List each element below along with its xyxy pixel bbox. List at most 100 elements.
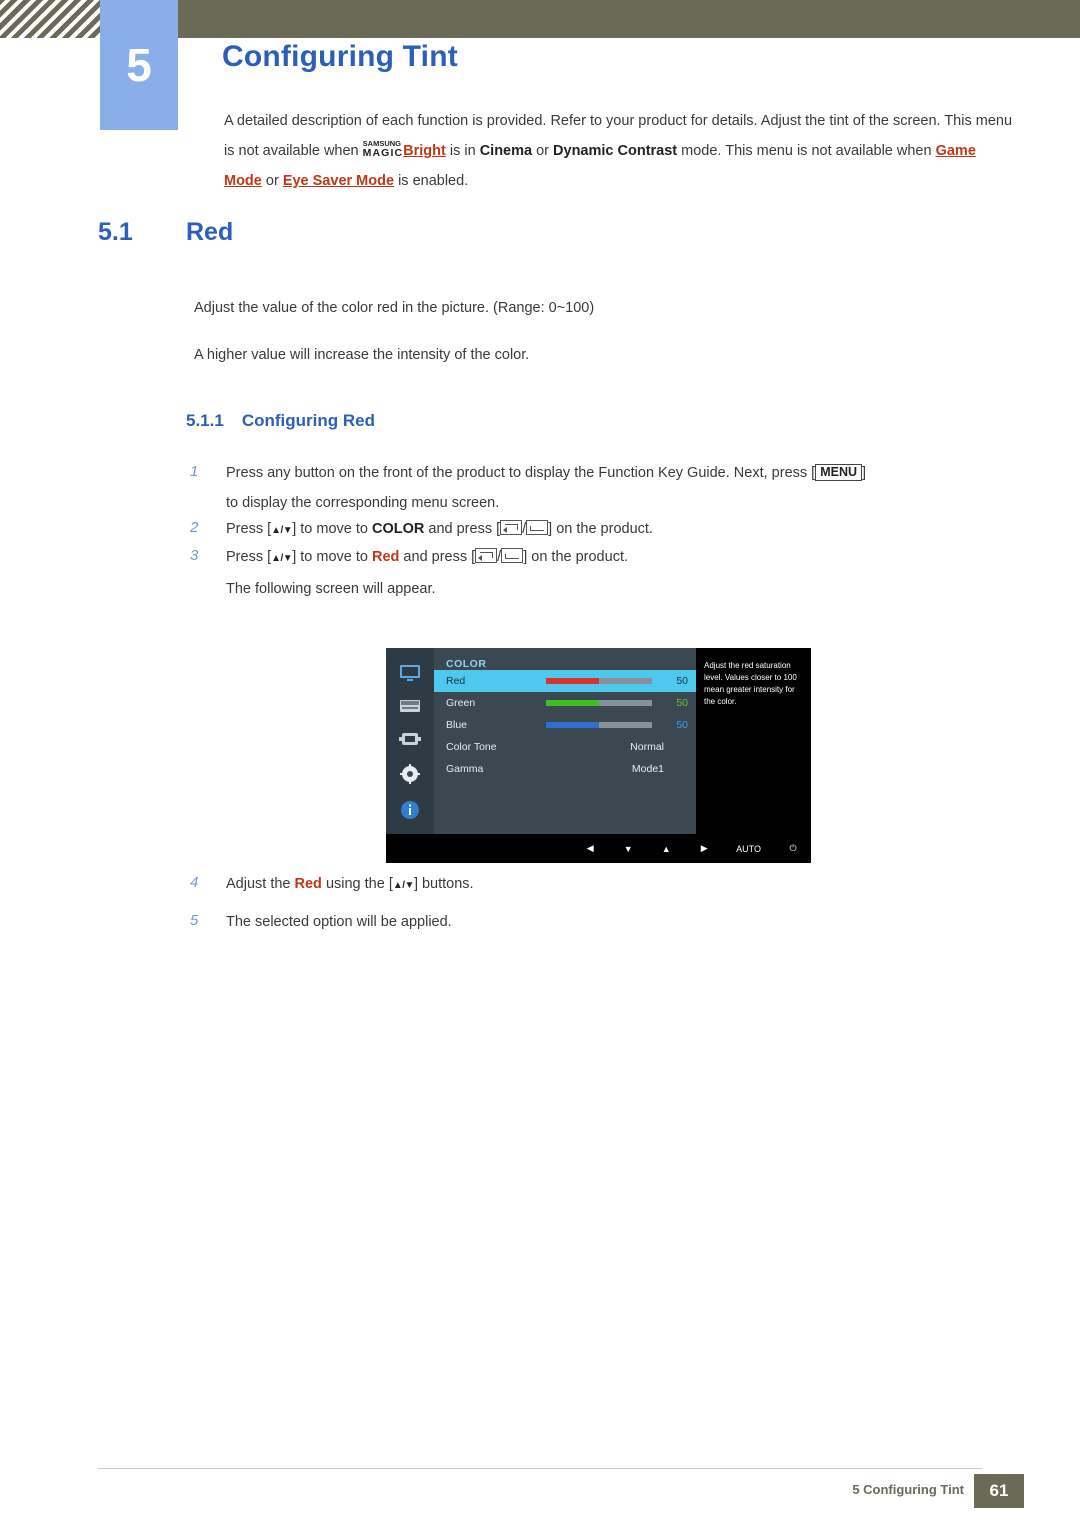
back-icon [500,520,523,535]
osd-screenshot: COLOR Red 50 Green 50 Blue 50 Color Tone… [386,648,811,863]
step-item: 2 Press [▲/▼] to move to COLOR and press… [190,517,1020,543]
osd-sidebar [386,648,434,834]
osd-button-power[interactable]: ⏻ [787,843,799,854]
osd-slider-red[interactable] [546,678,652,684]
step-item: 4 Adjust the Red using the [▲/▼] buttons… [190,872,1020,898]
step-number: 5 [190,912,199,929]
section-paragraph-1: Adjust the value of the color red in the… [194,300,595,316]
osd-slider-blue[interactable] [546,722,652,728]
osd-value-green: 50 [676,697,688,709]
information-icon [397,800,423,820]
osd-value-color-tone: Normal [630,741,664,753]
term-red: Red [372,549,400,565]
osd-label-color-tone: Color Tone [446,741,497,753]
intro-line3-c: is enabled. [394,173,469,189]
osd-label-blue: Blue [446,719,468,731]
step-item: 5 The selected option will be applied. [190,910,1020,934]
term-cinema: Cinema [479,143,533,159]
samsung-magic-logo: SAMSUNG MAGIC [362,140,404,159]
step3-text-a: Press [ [226,549,272,565]
footer-page-number: 61 [974,1474,1024,1508]
step3-text-e: ] on the product. [523,549,628,565]
step1-text-c: to display the corresponding menu screen… [226,495,500,511]
intro-line3-a: mode. This menu is not available when [681,143,936,159]
enter-icon [501,548,524,563]
step-text: The selected option will be applied. [226,914,452,930]
step-number: 1 [190,463,199,480]
screen-adjust-icon [397,730,423,748]
osd-slider-green[interactable] [546,700,652,706]
step-text: Adjust the Red using the [▲/▼] buttons. [226,872,474,898]
osd-value-gamma: Mode1 [631,763,664,775]
osd-menu-title: COLOR [446,658,487,670]
samsung-magic-bottom: MAGIC [362,147,404,159]
settings-gear-icon [397,764,423,784]
intro-paragraph: A detailed description of each function … [224,106,1014,196]
step1-text-b: ] [862,465,867,481]
osd-row-gamma[interactable]: Gamma Mode1 [434,758,696,780]
monitor-icon [397,664,423,682]
osd-button-down[interactable]: ▼ [622,844,634,854]
osd-label-green: Green [446,697,476,709]
brightness-icon [397,698,423,714]
step2-text-b: ] to move to [292,521,372,537]
enter-icon [526,520,549,535]
subsection-title: Configuring Red [241,411,375,430]
osd-button-right[interactable]: ▶ [698,843,710,854]
footer-divider [98,1468,982,1469]
step1-text-a: Press any button on the front of the pro… [226,465,816,481]
section-number: 5.1 [98,218,133,246]
osd-label-gamma: Gamma [446,763,484,775]
step4-text-b: using the [ [321,876,393,892]
step3-note: The following screen will appear. [226,581,436,597]
updown-arrow-icon: ▲/▼ [271,553,293,564]
osd-button-up[interactable]: ▲ [660,844,672,854]
intro-line1: A detailed description of each function … [224,113,849,129]
step3-text-b: ] to move to [292,549,372,565]
intro-line2-c: or [532,143,554,159]
term-red: Red [294,876,322,892]
osd-row-red[interactable]: Red 50 [434,670,696,692]
link-eye-saver-mode[interactable]: Eye Saver Mode [283,173,394,189]
subsection-number: 5.1.1 [186,411,224,430]
osd-label-red: Red [446,675,466,687]
step2-text-e: ] on the product. [548,521,653,537]
subsection-heading: 5.1.1 Configuring Red [186,411,375,431]
page-title: Configuring Tint [222,40,458,73]
osd-menu-panel: COLOR Red 50 Green 50 Blue 50 Color Tone… [434,648,696,834]
updown-arrow-icon: ▲/▼ [392,880,415,891]
section-title: Red [186,218,234,246]
osd-button-left[interactable]: ◀ [584,843,596,854]
step2-text-a: Press [ [226,521,272,537]
chapter-number-badge: 5 [100,0,178,130]
back-icon [475,548,498,563]
footer-chapter-label: 5 Configuring Tint [852,1482,964,1497]
osd-value-red: 50 [676,675,688,687]
intro-line3-b: or [261,173,283,189]
steps-list-continued: 4 Adjust the Red using the [▲/▼] buttons… [190,872,1020,936]
intro-line2-b: is in [445,143,480,159]
osd-row-color-tone[interactable]: Color Tone Normal [434,736,696,758]
osd-help-text: Adjust the red saturation level. Values … [696,648,811,834]
step4-text-c: ] buttons. [413,876,474,892]
step4-text-a: Adjust the [226,876,295,892]
header-hatch-pattern [0,0,100,38]
term-color: COLOR [372,521,425,537]
step-number: 2 [190,519,199,536]
step3-text-c: and press [ [399,549,476,565]
osd-value-blue: 50 [676,719,688,731]
key-menu: MENU [815,464,863,481]
osd-button-auto[interactable]: AUTO [736,844,761,854]
step-number: 4 [190,874,199,891]
step-text: Press any button on the front of the pro… [226,461,866,515]
osd-button-guide: ◀ ▼ ▲ ▶ AUTO ⏻ [386,834,811,863]
step-item: 1 Press any button on the front of the p… [190,461,1020,515]
step-text: Press [▲/▼] to move to COLOR and press [… [226,517,653,543]
step-number: 3 [190,547,199,564]
osd-row-blue[interactable]: Blue 50 [434,714,696,736]
section-paragraph-2: A higher value will increase the intensi… [194,347,530,363]
step-item: 3 Press [▲/▼] to move to Red and press [… [190,545,1020,601]
link-bright[interactable]: Bright [403,143,446,159]
steps-list: 1 Press any button on the front of the p… [190,461,1020,603]
osd-row-green[interactable]: Green 50 [434,692,696,714]
